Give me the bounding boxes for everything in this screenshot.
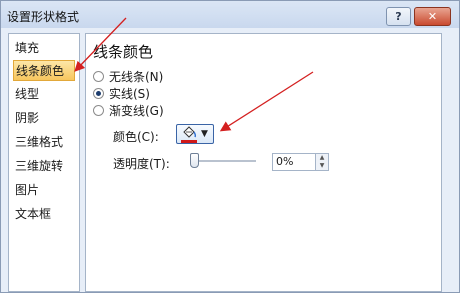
sidebar-item-line-color[interactable]: 线条颜色 <box>13 60 75 81</box>
help-button[interactable]: ? <box>386 7 411 26</box>
no-line-option[interactable]: 无线条(N) <box>93 68 163 84</box>
line-color-panel: 线条颜色 无线条(N) 实线(S) 渐变线(G) 颜色(C): ▼ 透明度(T)… <box>85 33 442 292</box>
gradient-line-label: 渐变线(G) <box>109 103 164 118</box>
paint-bucket-icon <box>183 126 197 138</box>
radio-selected-dot <box>96 90 101 96</box>
radio-gradient-line[interactable] <box>93 104 104 116</box>
chevron-down-icon: ▼ <box>201 129 208 139</box>
format-shape-dialog: 设置形状格式 ? ✕ 填充 线条颜色 线型 阴影 三维格式 三维旋转 图片 文本… <box>0 0 460 293</box>
sidebar-item-3d-rotation[interactable]: 三维旋转 <box>13 156 75 177</box>
sidebar-item-3d-format[interactable]: 三维格式 <box>13 132 75 153</box>
title-bar[interactable]: 设置形状格式 ? ✕ <box>1 1 459 28</box>
category-list: 填充 线条颜色 线型 阴影 三维格式 三维旋转 图片 文本框 <box>8 33 80 292</box>
sidebar-item-shadow[interactable]: 阴影 <box>13 108 75 129</box>
sidebar-item-picture[interactable]: 图片 <box>13 180 75 201</box>
gradient-line-option[interactable]: 渐变线(G) <box>93 102 164 118</box>
solid-line-label: 实线(S) <box>109 86 150 101</box>
transparency-label: 透明度(T): <box>113 157 170 171</box>
transparency-input[interactable]: 0% <box>272 153 316 171</box>
transparency-slider-track[interactable] <box>190 160 256 162</box>
close-button[interactable]: ✕ <box>414 7 451 26</box>
transparency-slider-thumb[interactable] <box>190 153 199 168</box>
sidebar-item-fill[interactable]: 填充 <box>13 38 75 59</box>
solid-line-option[interactable]: 实线(S) <box>93 85 150 101</box>
sidebar-item-line-style[interactable]: 线型 <box>13 84 75 105</box>
radio-no-line[interactable] <box>93 70 104 82</box>
spin-up-icon[interactable]: ▲ <box>316 154 328 162</box>
color-label: 颜色(C): <box>113 130 159 144</box>
no-line-label: 无线条(N) <box>109 69 164 84</box>
sidebar-item-text-box[interactable]: 文本框 <box>13 204 75 225</box>
color-swatch <box>181 140 197 143</box>
dialog-title: 设置形状格式 <box>7 10 80 24</box>
radio-solid-line[interactable] <box>93 87 104 99</box>
color-picker-button[interactable]: ▼ <box>176 124 214 144</box>
section-title: 线条颜色 <box>93 43 154 61</box>
spin-down-icon[interactable]: ▼ <box>316 162 328 170</box>
transparency-spinner[interactable]: ▲ ▼ <box>316 153 329 171</box>
